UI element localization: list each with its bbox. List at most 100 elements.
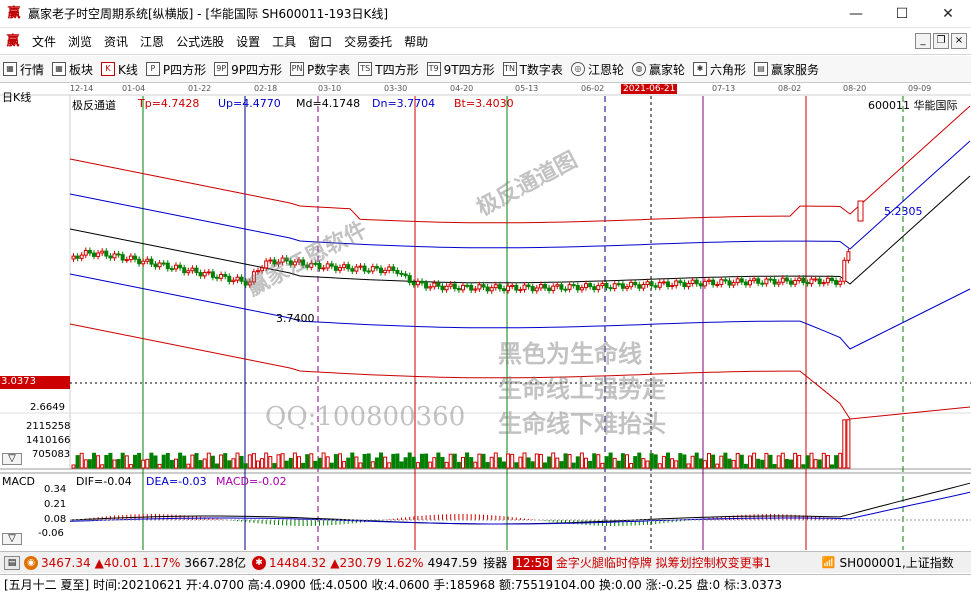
toolbar-9p-square-button[interactable]: 9P 9P四方形 bbox=[214, 61, 282, 78]
menu-help[interactable]: 帮助 bbox=[398, 29, 434, 55]
toolbar-kline-button[interactable]: K K线 bbox=[101, 61, 138, 78]
mdi-close-icon[interactable]: × bbox=[951, 33, 967, 49]
candle-body bbox=[645, 281, 650, 286]
menu-browse[interactable]: 浏览 bbox=[62, 29, 98, 55]
candle-body bbox=[75, 255, 80, 259]
volume-bar bbox=[133, 454, 137, 469]
volume-bar bbox=[559, 461, 564, 469]
toolbar-winner-wheel-button[interactable]: ◍ 赢家轮 bbox=[631, 61, 685, 78]
maximize-button[interactable]: ☐ bbox=[879, 0, 925, 28]
candle-body bbox=[407, 275, 412, 283]
menu-trade[interactable]: 交易委托 bbox=[338, 29, 398, 55]
volume-bar bbox=[473, 461, 478, 469]
candle-body bbox=[108, 255, 113, 259]
toolbar-t-square-button[interactable]: TS T四方形 bbox=[358, 61, 419, 78]
candle-body bbox=[493, 284, 498, 289]
date-tick-6: 04-20 bbox=[450, 84, 474, 93]
menu-file[interactable]: 文件 bbox=[26, 29, 62, 55]
volume-bar bbox=[764, 452, 769, 469]
volume-bar bbox=[625, 454, 629, 469]
candle-body bbox=[846, 251, 851, 261]
candle-body bbox=[461, 284, 465, 291]
volume-bar bbox=[108, 452, 113, 469]
volume-bar bbox=[145, 458, 150, 469]
grid-icon[interactable]: ▤ bbox=[4, 555, 20, 570]
candle-body bbox=[739, 278, 744, 283]
candle-body bbox=[657, 282, 662, 288]
menu-settings[interactable]: 设置 bbox=[230, 29, 266, 55]
close-button[interactable]: ✕ bbox=[925, 0, 971, 28]
volume-bar bbox=[694, 452, 699, 469]
minimize-button[interactable]: — bbox=[833, 0, 879, 28]
candle-body bbox=[784, 277, 789, 282]
volume-bar bbox=[805, 455, 810, 469]
period-label: 日K线 bbox=[2, 91, 32, 104]
menu-logo-icon[interactable]: 赢 bbox=[4, 33, 22, 51]
toolbar-quotes-button[interactable]: ▦ 行情 bbox=[3, 61, 44, 78]
menu-formula-screen[interactable]: 公式选股 bbox=[170, 29, 230, 55]
volume-bar bbox=[752, 452, 757, 469]
volume-bar bbox=[493, 452, 498, 469]
volume-bar bbox=[309, 453, 314, 469]
menu-tools[interactable]: 工具 bbox=[266, 29, 302, 55]
toolbar-hexagon-button[interactable]: ✱ 六角形 bbox=[692, 61, 746, 78]
volume-bar bbox=[830, 464, 834, 469]
volume-bar bbox=[838, 452, 843, 469]
volume-bar bbox=[194, 453, 199, 469]
candle-body bbox=[227, 275, 232, 283]
volume-bar bbox=[223, 453, 228, 469]
candle-body bbox=[477, 284, 482, 290]
macd-scroll-icon[interactable]: ▽ bbox=[2, 533, 22, 545]
volume-bar bbox=[571, 462, 576, 469]
candle-body bbox=[215, 276, 219, 279]
volume-bar bbox=[366, 453, 371, 469]
volume-bar bbox=[235, 452, 240, 469]
candle-body bbox=[555, 284, 560, 287]
volume-bar bbox=[661, 455, 666, 469]
volume-bar bbox=[83, 459, 88, 469]
news-ticker[interactable]: 金字火腿临时停牌 拟筹划控制权变更事1 bbox=[556, 554, 814, 571]
toolbar-gann-wheel-button[interactable]: ◎ 江恩轮 bbox=[570, 61, 624, 78]
candle-body bbox=[682, 282, 687, 288]
candle-body bbox=[702, 280, 707, 287]
volume-bar bbox=[497, 457, 502, 469]
menu-window[interactable]: 窗口 bbox=[302, 29, 338, 55]
volume-bar bbox=[510, 453, 515, 469]
volume-bar bbox=[374, 457, 379, 469]
volume-bar bbox=[596, 454, 601, 469]
candle-body bbox=[756, 278, 761, 284]
toolbar-p-table-button[interactable]: PN P数字表 bbox=[290, 61, 350, 78]
sh-index-quote[interactable]: 3467.34 ▲40.01 1.17% 3667.28亿 bbox=[41, 554, 246, 571]
volume-bar bbox=[100, 464, 105, 469]
toolbar-t-table-button[interactable]: TN T数字表 bbox=[502, 61, 563, 78]
volume-bar bbox=[563, 453, 568, 469]
mdi-minimize-icon[interactable]: _ bbox=[915, 33, 931, 49]
candle-body bbox=[354, 266, 359, 272]
volume-bar bbox=[325, 456, 330, 469]
candle-body bbox=[157, 262, 162, 268]
candle-body bbox=[789, 280, 793, 285]
toolbar-service-button[interactable]: ▤ 赢家服务 bbox=[753, 61, 819, 78]
volume-bar bbox=[383, 456, 388, 469]
volume-bar bbox=[403, 457, 408, 469]
volume-bar bbox=[813, 459, 818, 469]
scroll-down-icon[interactable]: ▽ bbox=[2, 453, 22, 465]
volume-bar bbox=[297, 456, 301, 469]
sh-index-icon: ◉ bbox=[24, 555, 38, 570]
volume-bar bbox=[547, 456, 552, 469]
candle-body bbox=[834, 280, 839, 285]
sz-index-quote[interactable]: 14484.32 ▲230.79 1.62% 4947.59 bbox=[269, 556, 477, 570]
menu-gann[interactable]: 江恩 bbox=[134, 29, 170, 55]
mdi-restore-icon[interactable]: ❐ bbox=[933, 33, 949, 49]
toolbar-p-square-button[interactable]: P P四方形 bbox=[145, 61, 206, 78]
volume-bar bbox=[723, 452, 728, 469]
toolbar-sector-button[interactable]: ▦ 板块 bbox=[52, 61, 93, 78]
signal-icon: 📶 bbox=[821, 556, 836, 569]
kline-chart-area[interactable]: 12-14 01-04 01-22 02-18 03-10 03-30 04-2… bbox=[0, 84, 971, 550]
toolbar-9t-square-button[interactable]: T9 9T四方形 bbox=[426, 61, 495, 78]
volume-bar bbox=[797, 454, 802, 469]
menu-news[interactable]: 资讯 bbox=[98, 29, 134, 55]
candle-body bbox=[809, 278, 814, 285]
index-selector[interactable]: SH000001,上证指数 bbox=[840, 554, 954, 571]
volume-bar bbox=[428, 461, 433, 469]
